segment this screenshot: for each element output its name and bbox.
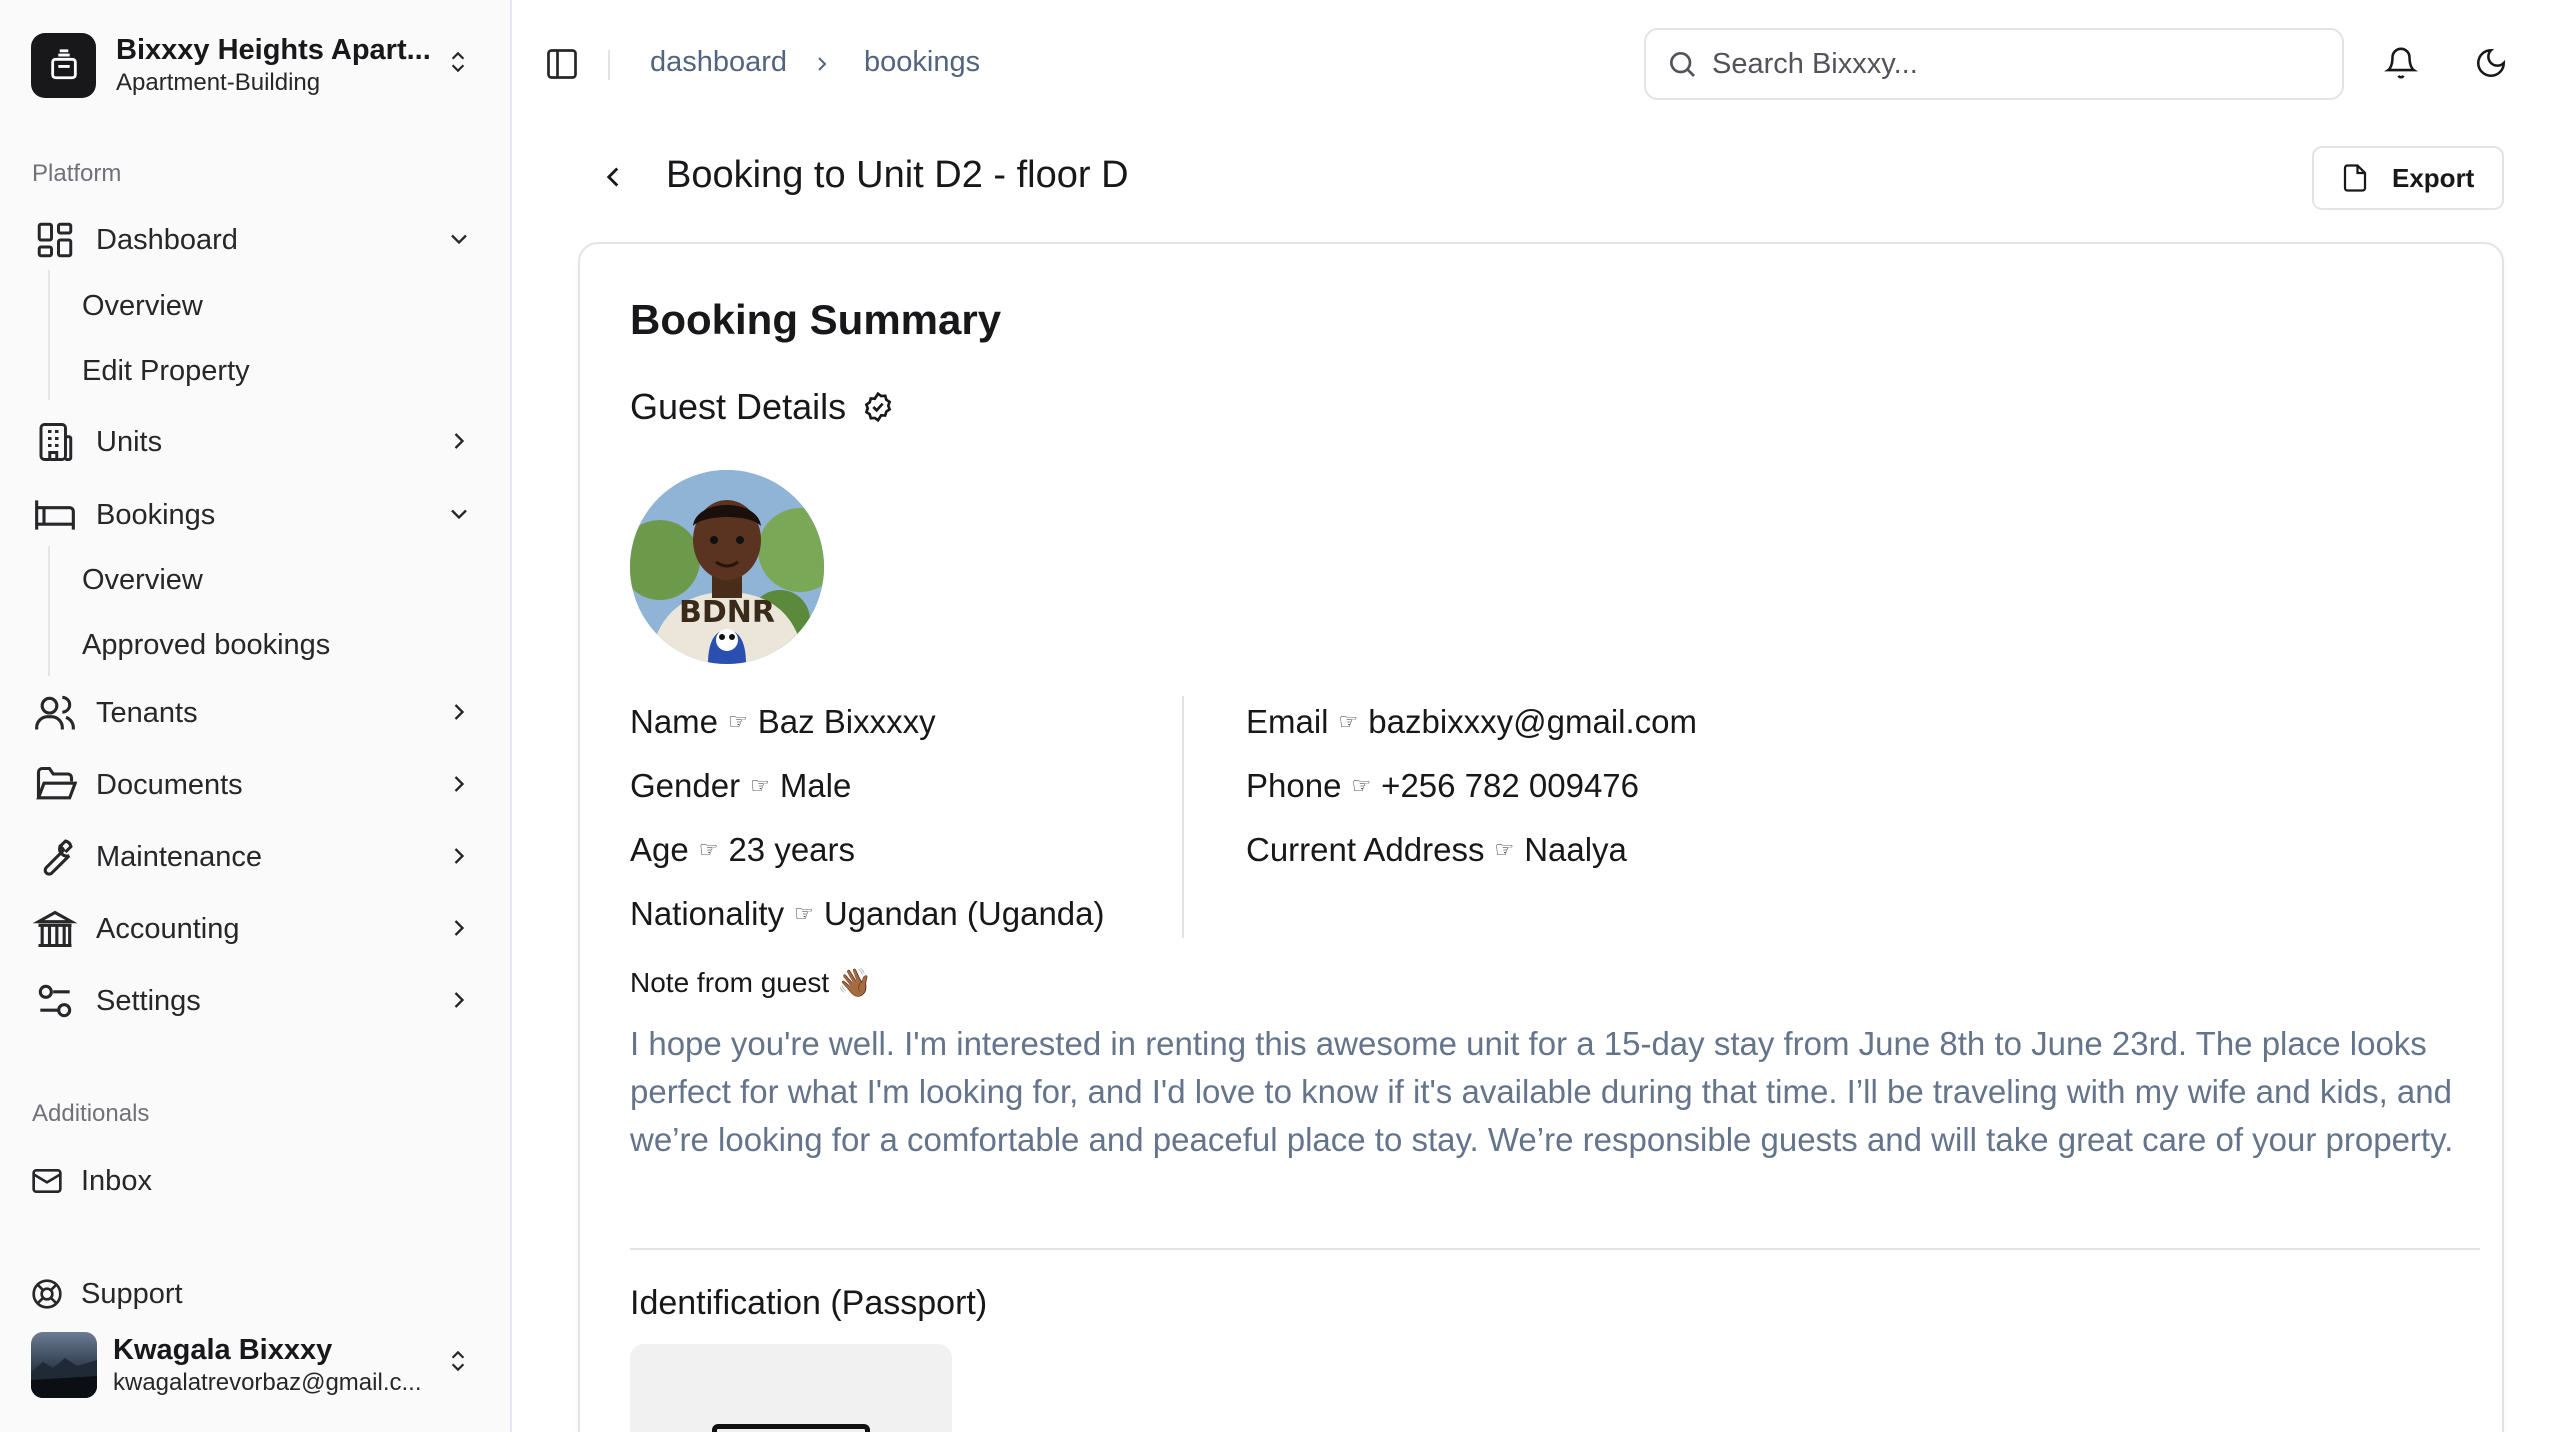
chevron-down-icon [451, 234, 467, 245]
life-buoy-icon [31, 1270, 63, 1318]
sidebar-item-support[interactable]: Support [31, 1265, 487, 1323]
bell-icon[interactable] [2384, 46, 2418, 80]
guest-info-right: Email ☞ bazbixxxy@gmail.com Phone ☞ +256 782… [1246, 690, 1697, 882]
guest-gender-row: Gender ☞ Male [630, 767, 852, 804]
sidebar-item-maintenance[interactable]: Maintenance [31, 828, 487, 886]
back-chevron-icon[interactable] [596, 160, 630, 194]
chevron-right-icon [818, 57, 827, 71]
sidebar-item-inbox[interactable]: Inbox [31, 1152, 487, 1210]
moon-icon[interactable] [2474, 46, 2508, 80]
search-icon [1670, 52, 1695, 77]
booking-summary-title: Booking Summary [630, 296, 1002, 343]
chevron-right-icon [454, 776, 465, 792]
search-placeholder: Search Bixxxy... [1712, 47, 1918, 80]
sidebar-item-label: Accounting [96, 912, 240, 945]
guest-details-title: Guest Details [630, 386, 847, 427]
org-switcher[interactable]: Bixxxy Heights Apart... Apartment-Buildi… [31, 31, 491, 99]
building-logo-icon [31, 32, 96, 98]
booking-summary-card: Booking Summary Guest Details BDNR Name ☞… [578, 242, 2504, 1432]
guest-avatar: BDNR [630, 470, 824, 664]
sidebar-item-bookings[interactable]: Bookings [31, 486, 487, 544]
sidebar-item-label: Units [96, 425, 163, 458]
mail-icon [31, 1157, 63, 1205]
guest-address-row: Current Address ☞ Naalya [1246, 831, 1627, 868]
guest-age-row: Age ☞ 23 years [630, 831, 856, 868]
guest-nationality-row: Nationality ☞ Ugandan (Uganda) [630, 895, 1105, 932]
settings-sliders-icon [31, 977, 79, 1025]
sidebar-item-units[interactable]: Units [31, 413, 487, 471]
sidebar-subitem-approved-bookings[interactable]: Approved bookings [82, 620, 330, 670]
column-divider [1182, 696, 1184, 938]
sidebar-toggle-icon[interactable] [544, 46, 580, 82]
file-icon [2343, 164, 2367, 192]
sidebar-item-label: Settings [96, 984, 201, 1017]
guest-note-label: Note from guest 👋🏾 [630, 967, 872, 998]
sidebar-subitem-dashboard-overview[interactable]: Overview [82, 281, 203, 331]
wrench-icon [31, 833, 79, 881]
page-title: Booking to Unit D2 - floor D [666, 154, 1129, 196]
sidebar-item-settings[interactable]: Settings [31, 972, 487, 1030]
chevron-down-icon [451, 509, 467, 520]
chevron-right-icon [454, 848, 465, 864]
user-avatar [31, 1332, 97, 1398]
chevron-right-icon [454, 992, 465, 1008]
sidebar-subitem-bookings-overview[interactable]: Overview [82, 555, 203, 605]
folder-open-icon [31, 761, 79, 809]
chevron-right-icon [454, 704, 465, 720]
avatar-shirt-text: BDNR [679, 595, 775, 630]
section-label-platform: Platform [32, 160, 122, 187]
user-email: kwagalatrevorbaz@gmail.c... [113, 1368, 422, 1396]
badge-check-icon [864, 391, 892, 423]
guest-email-row: Email ☞ bazbixxxy@gmail.com [1246, 703, 1698, 740]
org-name: Bixxxy Heights Apart... [116, 33, 431, 66]
sidebar-item-label: Support [81, 1277, 183, 1310]
guest-name-row: Name ☞ Baz Bixxxxy [630, 703, 936, 740]
top-header: dashboard bookings Search Bixxxy... [514, 0, 2560, 128]
export-button[interactable]: Export [2312, 146, 2504, 210]
divider [630, 1248, 2480, 1250]
user-menu[interactable]: Kwagala Bixxxy kwagalatrevorbaz@gmail.c.… [31, 1330, 491, 1400]
sidebar-item-accounting[interactable]: Accounting [31, 900, 487, 958]
sidebar-subitem-edit-property[interactable]: Edit Property [82, 346, 250, 396]
user-name: Kwagala Bixxxy [113, 1333, 333, 1366]
sidebar-item-dashboard[interactable]: Dashboard [31, 211, 487, 269]
breadcrumb-dashboard[interactable]: dashboard [650, 46, 787, 79]
org-type: Apartment-Building [116, 68, 321, 96]
section-label-additionals: Additionals [32, 1100, 150, 1127]
sidebar-item-label: Documents [96, 768, 243, 801]
sidebar: Bixxxy Heights Apart... Apartment-Buildi… [0, 0, 512, 1432]
passport-frame [712, 1424, 870, 1432]
sidebar-item-label: Bookings [96, 498, 216, 531]
users-icon [31, 689, 79, 737]
chevron-right-icon [454, 920, 465, 936]
sidebar-item-label: Dashboard [96, 223, 238, 256]
search-input[interactable]: Search Bixxxy... [1644, 28, 2344, 100]
export-label: Export [2392, 162, 2475, 193]
identification-title: Identification (Passport) [630, 1284, 988, 1322]
passport-image[interactable] [630, 1344, 952, 1432]
layout-grid-icon [31, 216, 79, 264]
chevrons-up-down-icon [451, 1350, 465, 1372]
chevrons-up-down-icon [451, 51, 465, 73]
sidebar-item-tenants[interactable]: Tenants [31, 684, 487, 742]
breadcrumb-bookings[interactable]: bookings [864, 46, 980, 79]
sidebar-item-label: Tenants [96, 696, 198, 729]
sidebar-item-label: Maintenance [96, 840, 263, 873]
bank-icon [31, 905, 79, 953]
guest-note-text: I hope you're well. I'm interested in re… [630, 1025, 2454, 1158]
guest-details-heading: Guest Details [630, 386, 894, 428]
guest-info-left: Name ☞ Baz Bixxxxy Gender ☞ Male Age ☞ 23 year… [630, 690, 1105, 946]
guest-phone-row: Phone ☞ +256 782 009476 [1246, 767, 1640, 804]
sidebar-item-documents[interactable]: Documents [31, 756, 487, 814]
chevron-right-icon [454, 433, 465, 449]
building-icon [31, 418, 79, 466]
bed-icon [31, 491, 79, 539]
sidebar-item-label: Inbox [81, 1164, 152, 1197]
